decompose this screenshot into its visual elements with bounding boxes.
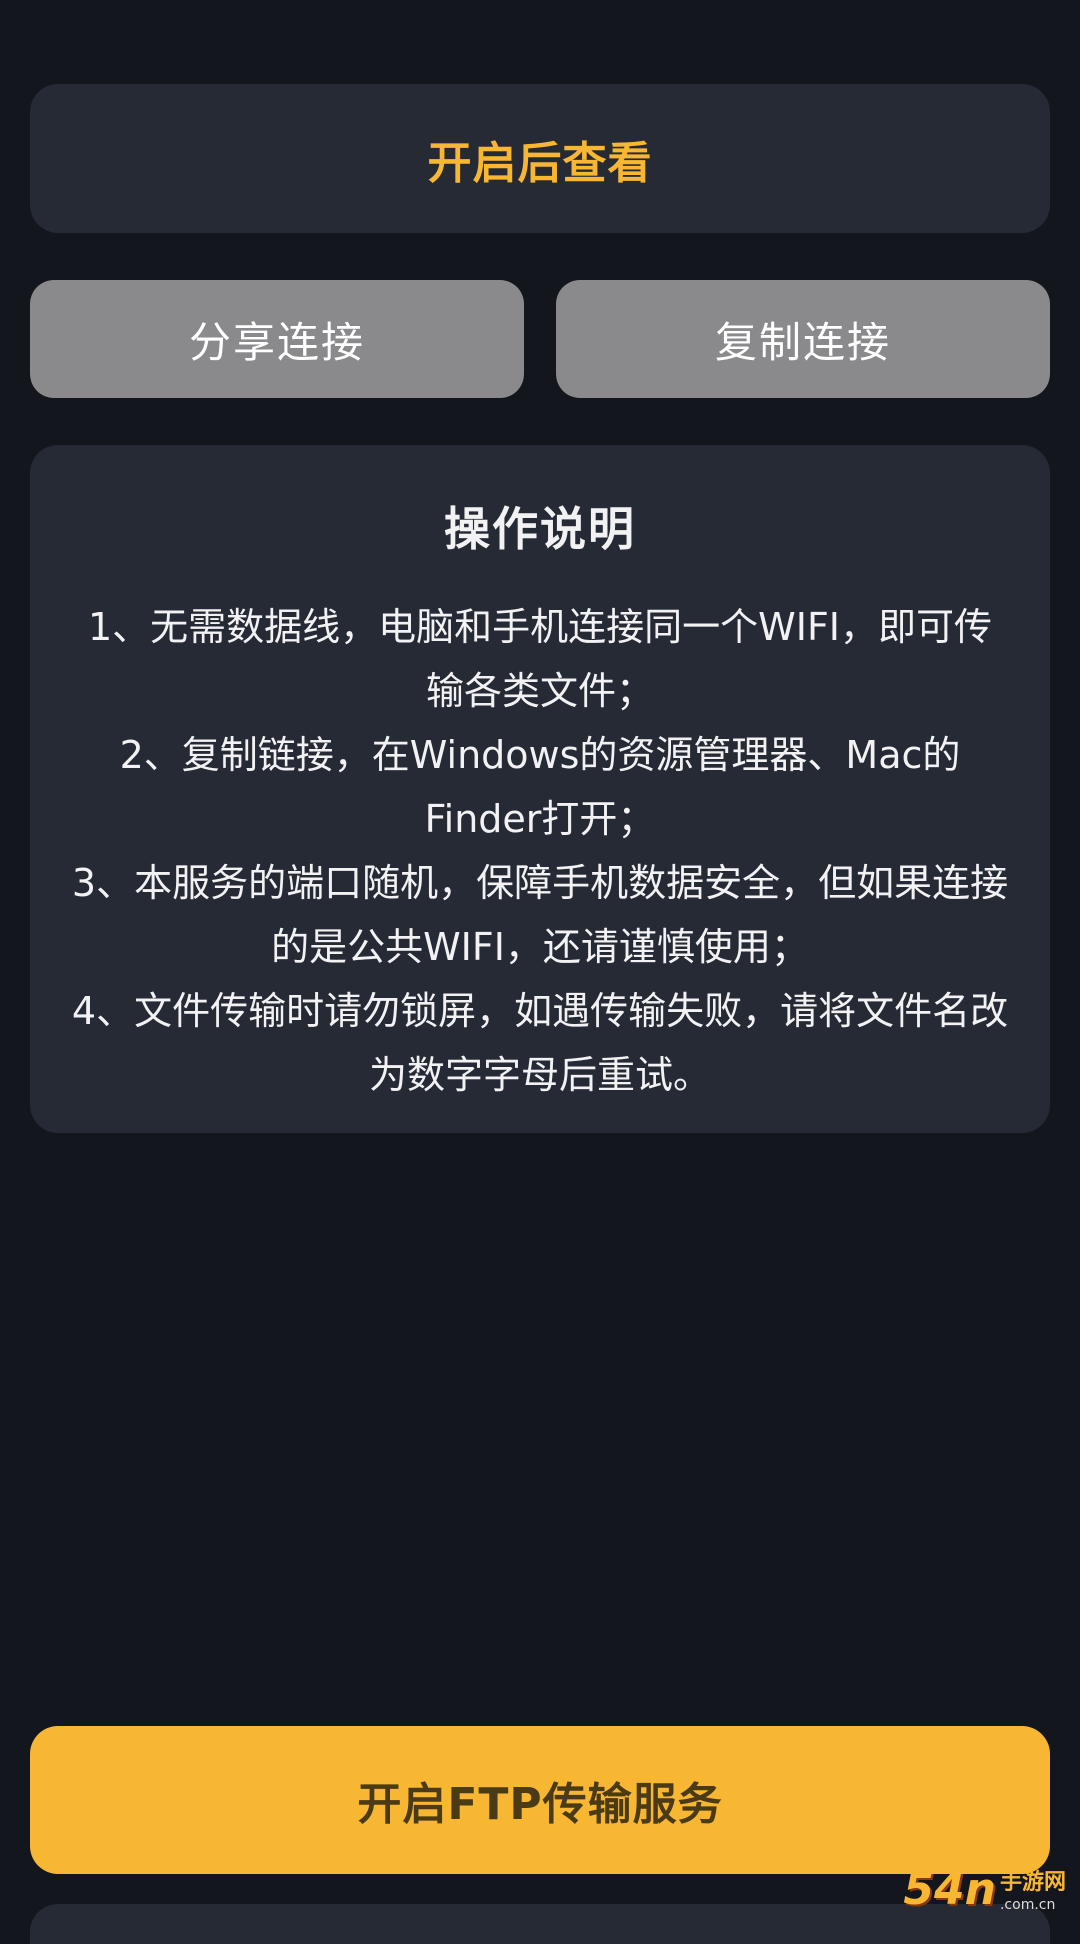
watermark-text: 手游网 .com.cn [999,1870,1066,1913]
watermark-text-top: 手游网 [999,1870,1066,1895]
instruction-step: 4、文件传输时请勿锁屏，如遇传输失败，请将文件名改为数字字母后重试。 [71,989,1009,1097]
watermark-logo: 54n [903,1864,996,1915]
instruction-step: 1、无需数据线，电脑和手机连接同一个WIFI，即可传输各类文件； [87,605,993,713]
instruction-step: 3、本服务的端口随机，保障手机数据安全，但如果连接的是公共WIFI，还请谨慎使用… [71,861,1009,969]
view-after-enable-card[interactable]: 开启后查看 [30,84,1050,233]
share-connection-button[interactable]: 分享连接 [30,280,524,398]
instructions-card: 操作说明 1、无需数据线，电脑和手机连接同一个WIFI，即可传输各类文件； 2、… [30,445,1050,1133]
site-watermark: 54n 手游网 .com.cn [903,1864,1066,1915]
bottom-card-edge [30,1904,1050,1944]
copy-connection-button[interactable]: 复制连接 [556,280,1050,398]
start-ftp-service-button[interactable]: 开启FTP传输服务 [30,1726,1050,1874]
instructions-title: 操作说明 [444,502,636,556]
instruction-step: 2、复制链接，在Windows的资源管理器、Mac的Finder打开； [119,733,961,841]
view-after-enable-label: 开启后查看 [427,137,653,189]
watermark-text-bottom: .com.cn [999,1897,1056,1913]
